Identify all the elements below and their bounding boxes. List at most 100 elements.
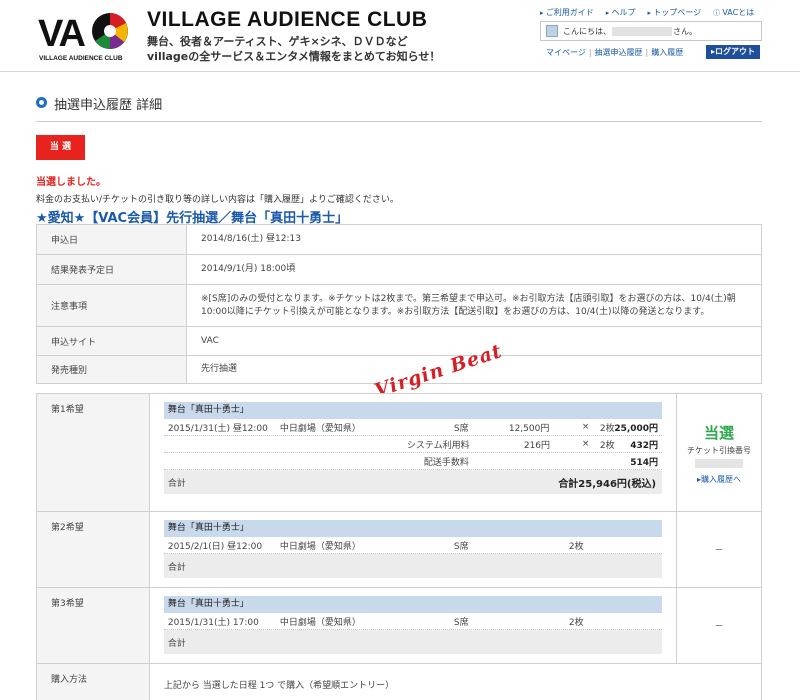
times-sign: × <box>581 422 590 432</box>
user-icon <box>546 25 558 37</box>
row-value: 2014/9/1(月) 18:00頃 <box>186 254 762 285</box>
svg-text:VILLAGE AUDIENCE CLUB: VILLAGE AUDIENCE CLUB <box>39 55 123 62</box>
separator: | <box>588 48 592 57</box>
username-redacted <box>612 27 672 36</box>
venue: 中日劇場（愛知県） <box>279 423 361 434</box>
wish-status: － <box>676 587 762 664</box>
wish-label: 第1希望 <box>36 393 150 512</box>
application-info-table: 申込日 2014/8/16(土) 昼12:13 結果発表予定日 2014/9/1… <box>36 224 762 384</box>
show-name: 舞台「真田十勇士」 <box>163 402 663 419</box>
row-label: 発売種別 <box>36 355 187 384</box>
show-name: 舞台「真田十勇士」 <box>163 596 663 613</box>
site-header: VA VILLAGE AUDIENCE CLUB VILLAGE AUDIENC… <box>0 0 800 72</box>
svg-text:VA: VA <box>38 13 86 55</box>
total-label: 合計 <box>167 479 186 489</box>
tagline-line-1: 舞台、役者＆アーティスト、ゲキ×シネ、ＤＶＤなど <box>147 35 408 48</box>
ticket-exchange-number-label: チケット引換番号 <box>687 446 752 455</box>
table-row: 第3希望 舞台「真田十勇士」 2015/1/31(土) 17:00 中日劇場（愛… <box>36 587 762 664</box>
page-title: 抽選申込履歴 詳細 <box>54 98 163 113</box>
total-row: 合計 <box>163 630 663 654</box>
fee-quantity: 2枚 <box>599 440 615 451</box>
times-sign: × <box>581 439 590 449</box>
quantity: 2枚 <box>568 617 584 628</box>
seat-type: S席 <box>453 617 469 628</box>
quantity: 2枚 <box>599 423 615 434</box>
total-label: 合計 <box>167 563 186 573</box>
row-value: 2014/8/16(土) 昼12:13 <box>186 224 762 255</box>
table-row: 第1希望 舞台「真田十勇士」 2015/1/31(土) 昼12:00 中日劇場（… <box>36 393 762 512</box>
wish-status: 当選 チケット引換番号 ▸購入履歴へ <box>676 393 762 512</box>
quantity: 2枚 <box>568 541 584 552</box>
delivery-row: 配送手数料 514円 <box>163 453 663 470</box>
purchase-history-link[interactable]: 購入履歴 <box>651 48 683 57</box>
tagline: 舞台、役者＆アーティスト、ゲキ×シネ、ＤＶＤなど villageの全サービス＆エ… <box>147 34 440 64</box>
table-row: 注意事項 ※[S席]のみの受付となります。※チケットは2枚まで。第三希望まで申込… <box>36 284 762 327</box>
fee-label: システム利用料 <box>406 440 470 451</box>
row-label: 結果発表予定日 <box>36 254 187 285</box>
wish-detail: 舞台「真田十勇士」 2015/1/31(土) 17:00 中日劇場（愛知県） S… <box>148 587 678 664</box>
performance-date: 2015/2/1(日) 昼12:00 <box>167 541 263 552</box>
brand-title: VILLAGE AUDIENCE CLUB <box>147 8 428 31</box>
greeting: こんにちは、 さん。 <box>563 26 697 37</box>
wish-label: 第3希望 <box>36 587 150 664</box>
ticket-number-redacted <box>695 459 744 468</box>
user-greeting-box: こんにちは、 さん。 <box>540 21 762 41</box>
top-page-link[interactable]: トップページ <box>648 7 701 18</box>
separator: | <box>645 48 649 57</box>
table-row: 第2希望 舞台「真田十勇士」 2015/2/1(日) 昼12:00 中日劇場（愛… <box>36 511 762 588</box>
lottery-history-link[interactable]: 抽選申込履歴 <box>595 48 643 57</box>
venue: 中日劇場（愛知県） <box>279 541 361 552</box>
show-name: 舞台「真田十勇士」 <box>163 520 663 537</box>
wish-detail: 舞台「真田十勇士」 2015/2/1(日) 昼12:00 中日劇場（愛知県） S… <box>148 511 678 588</box>
ticket-row: 2015/1/31(土) 17:00 中日劇場（愛知県） S席 2枚 <box>163 613 663 630</box>
mypage-link[interactable]: マイページ <box>546 48 586 57</box>
fee-unit: 216円 <box>523 440 551 451</box>
title-bullet-icon <box>36 97 47 108</box>
purchase-history-link[interactable]: ▸購入履歴へ <box>677 474 761 485</box>
total-label: 合計 <box>167 639 186 649</box>
win-message: 当選しました。 <box>36 177 106 188</box>
row-label: 申込日 <box>36 224 187 255</box>
greeting-prefix: こんにちは、 <box>563 27 611 36</box>
performance-date: 2015/1/31(土) 17:00 <box>167 617 259 628</box>
seat-type: S席 <box>453 541 469 552</box>
wish-status: － <box>676 511 762 588</box>
table-row: 申込サイト VAC <box>36 326 762 356</box>
page-title-bar: 抽選申込履歴 詳細 <box>36 94 762 122</box>
purchase-method-label: 購入方法 <box>36 663 150 700</box>
venue: 中日劇場（愛知県） <box>279 617 361 628</box>
fee-amount: 432円 <box>630 440 659 451</box>
table-row: 結果発表予定日 2014/9/1(月) 18:00頃 <box>36 254 762 285</box>
row-label: 注意事項 <box>36 284 187 327</box>
help-link[interactable]: ヘルプ <box>606 7 636 18</box>
wish-label: 第2希望 <box>36 511 150 588</box>
wishes-table: 第1希望 舞台「真田十勇士」 2015/1/31(土) 昼12:00 中日劇場（… <box>36 393 763 700</box>
guide-link[interactable]: ご利用ガイド <box>540 7 594 18</box>
ticket-row: 2015/2/1(日) 昼12:00 中日劇場（愛知県） S席 2枚 <box>163 537 663 554</box>
win-status: 当選 <box>704 424 735 442</box>
ticket-row: 2015/1/31(土) 昼12:00 中日劇場（愛知県） S席 12,500円… <box>163 419 663 436</box>
ticket-amount: 25,000円 <box>614 423 659 434</box>
top-links: ご利用ガイド ヘルプ トップページ VACとは <box>540 7 754 18</box>
tagline-line-2: villageの全サービス＆エンタメ情報をまとめてお知らせ！ <box>147 50 441 63</box>
row-value: ※[S席]のみの受付となります。※チケットは2枚まで。第三希望まで申込可。※お引… <box>186 284 762 327</box>
vac-logo[interactable]: VA VILLAGE AUDIENCE CLUB <box>36 6 130 64</box>
delivery-amount: 514円 <box>630 457 659 468</box>
seat-type: S席 <box>453 423 469 434</box>
status-dash: － <box>714 622 724 632</box>
status-badge: 当 選 <box>36 135 85 160</box>
total-row: 合計 <box>163 554 663 578</box>
table-row: 申込日 2014/8/16(土) 昼12:13 <box>36 224 762 255</box>
total-value: 合計25,946円(税込) <box>558 479 657 490</box>
total-row: 合計 合計25,946円(税込) <box>163 470 663 494</box>
logout-button[interactable]: ▸ログアウト <box>706 45 760 59</box>
win-note: 料金のお支払い/チケットの引き取り等の詳しい内容は「購入履歴」よりご確認ください… <box>36 195 399 205</box>
status-dash: － <box>714 546 724 556</box>
performance-date: 2015/1/31(土) 昼12:00 <box>167 423 268 434</box>
delivery-label: 配送手数料 <box>423 457 469 468</box>
row-label: 申込サイト <box>36 326 187 356</box>
greeting-suffix: さん。 <box>673 27 697 36</box>
fee-row: システム利用料 216円 × 2枚 432円 <box>163 436 663 453</box>
about-vac-link[interactable]: VACとは <box>713 7 754 18</box>
account-links: マイページ | 抽選申込履歴 | 購入履歴 <box>546 47 683 58</box>
